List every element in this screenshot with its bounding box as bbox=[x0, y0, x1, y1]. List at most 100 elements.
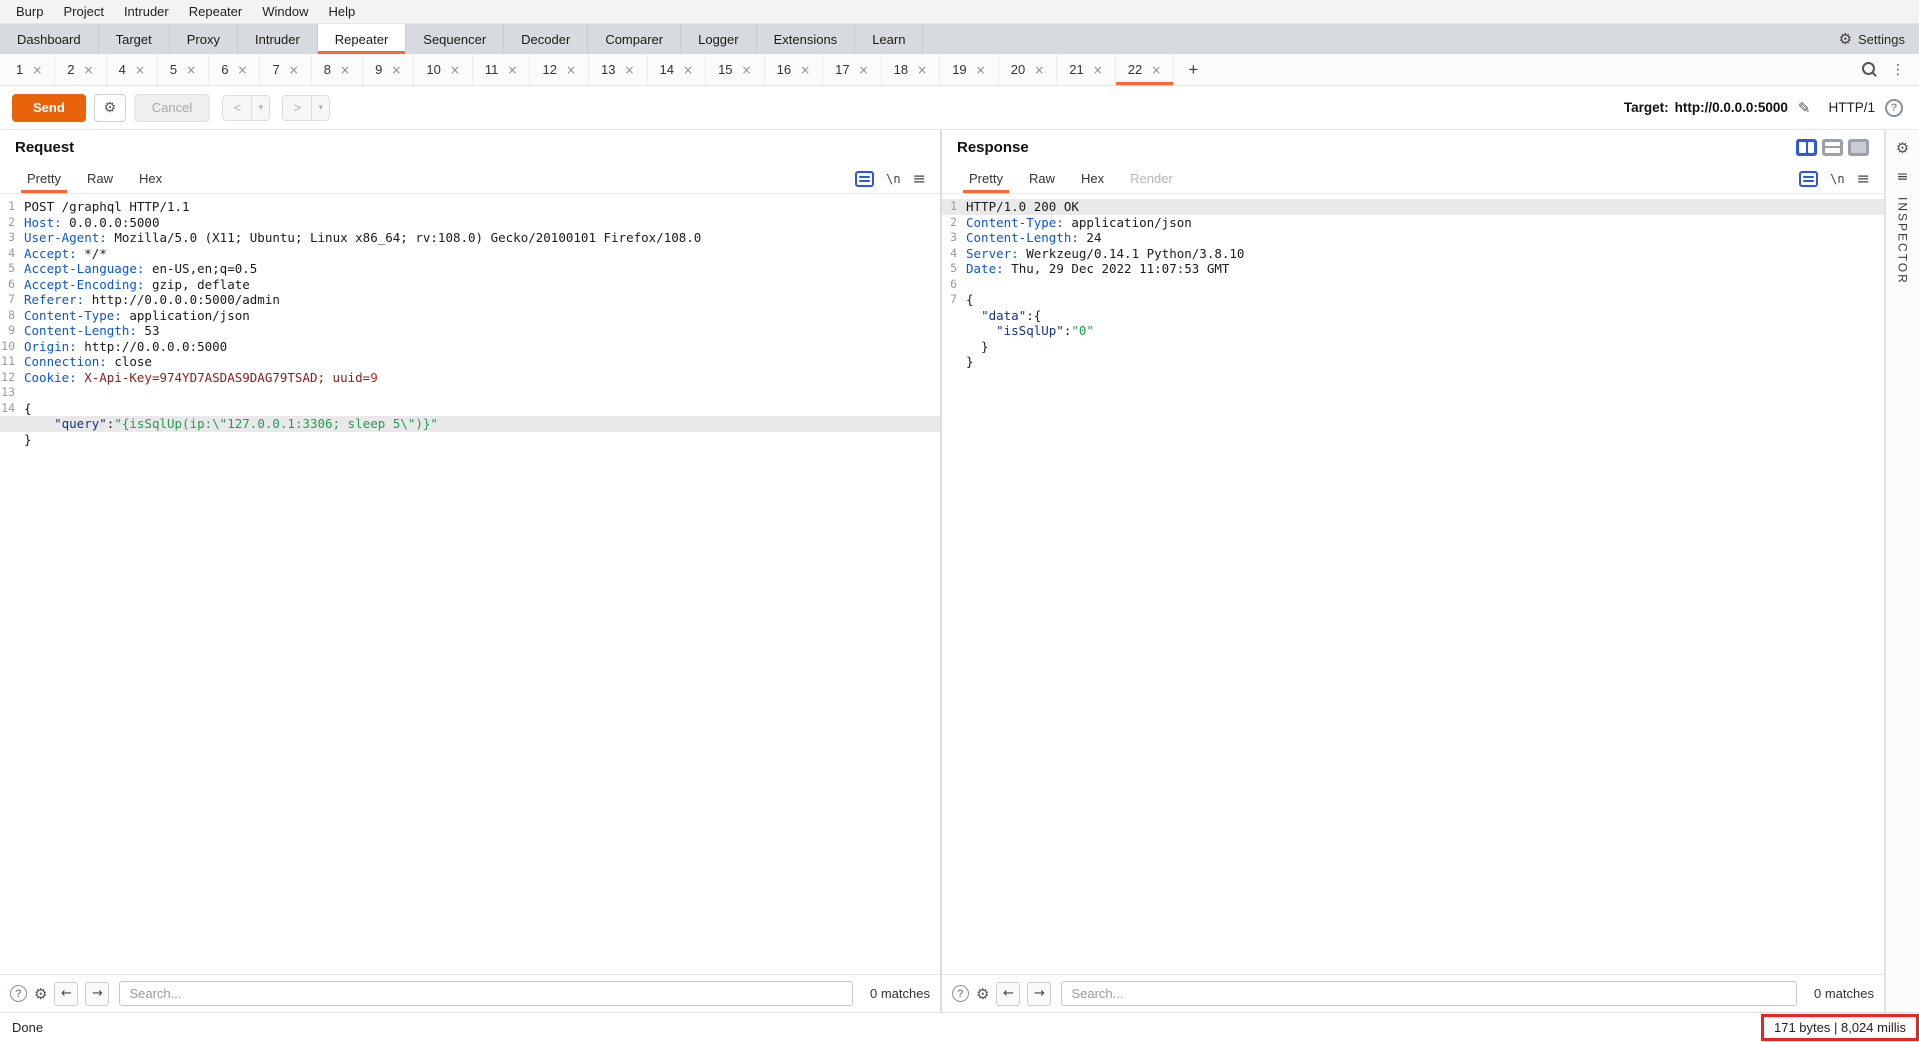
repeater-tab-8[interactable]: 8× bbox=[312, 54, 363, 85]
send-button[interactable]: Send bbox=[12, 94, 86, 122]
next-match-button[interactable]: → bbox=[85, 982, 109, 1006]
code-line[interactable]: 5Date: Thu, 29 Dec 2022 11:07:53 GMT bbox=[942, 261, 1884, 277]
cancel-button[interactable]: Cancel bbox=[134, 94, 210, 122]
code-line[interactable]: "data":{ bbox=[942, 308, 1884, 324]
menu-item-project[interactable]: Project bbox=[53, 1, 113, 22]
close-tab-icon[interactable]: × bbox=[976, 63, 986, 77]
forward-dropdown-button[interactable]: ▾ bbox=[312, 95, 330, 121]
close-tab-icon[interactable]: × bbox=[32, 63, 42, 77]
repeater-tab-20[interactable]: 20× bbox=[999, 54, 1058, 85]
code-line[interactable]: 13 bbox=[0, 385, 940, 401]
close-tab-icon[interactable]: × bbox=[1093, 63, 1103, 77]
layout-columns-icon[interactable] bbox=[1796, 139, 1817, 156]
close-tab-icon[interactable]: × bbox=[917, 63, 927, 77]
close-tab-icon[interactable]: × bbox=[450, 63, 460, 77]
tab-logger[interactable]: Logger bbox=[681, 24, 756, 54]
menu-item-burp[interactable]: Burp bbox=[6, 1, 53, 22]
close-tab-icon[interactable]: × bbox=[186, 63, 196, 77]
repeater-tab-22[interactable]: 22× bbox=[1116, 54, 1175, 85]
close-tab-icon[interactable]: × bbox=[391, 63, 401, 77]
code-line[interactable]: 2Content-Type: application/json bbox=[942, 215, 1884, 231]
layout-single-icon[interactable] bbox=[1848, 139, 1869, 156]
tab-decoder[interactable]: Decoder bbox=[504, 24, 588, 54]
code-line[interactable]: 3Content-Length: 24 bbox=[942, 230, 1884, 246]
back-button[interactable]: < bbox=[222, 95, 252, 121]
request-tab-pretty[interactable]: Pretty bbox=[14, 164, 74, 193]
request-settings-button[interactable]: ⚙ bbox=[94, 94, 126, 122]
repeater-tab-6[interactable]: 6× bbox=[209, 54, 260, 85]
prev-match-button[interactable]: ← bbox=[54, 982, 78, 1006]
tab-learn[interactable]: Learn bbox=[855, 24, 923, 54]
menu-item-intruder[interactable]: Intruder bbox=[114, 1, 179, 22]
repeater-tab-5[interactable]: 5× bbox=[158, 54, 209, 85]
search-settings-icon[interactable]: ⚙ bbox=[34, 985, 47, 1003]
tab-proxy[interactable]: Proxy bbox=[170, 24, 238, 54]
close-tab-icon[interactable]: × bbox=[340, 63, 350, 77]
code-line[interactable]: 7{ bbox=[942, 292, 1884, 308]
request-tab-hex[interactable]: Hex bbox=[126, 164, 175, 193]
response-tab-raw[interactable]: Raw bbox=[1016, 164, 1068, 193]
code-line[interactable]: 1HTTP/1.0 200 OK bbox=[942, 199, 1884, 215]
code-line[interactable]: 8Content-Type: application/json bbox=[0, 308, 940, 324]
repeater-tab-14[interactable]: 14× bbox=[648, 54, 707, 85]
editor-menu-icon[interactable]: ≡ bbox=[1857, 169, 1870, 188]
code-line[interactable]: 11Connection: close bbox=[0, 354, 940, 370]
code-line[interactable]: 14{ bbox=[0, 401, 940, 417]
close-tab-icon[interactable]: × bbox=[507, 63, 517, 77]
repeater-tab-18[interactable]: 18× bbox=[882, 54, 941, 85]
close-tab-icon[interactable]: × bbox=[1034, 63, 1044, 77]
tab-target[interactable]: Target bbox=[99, 24, 170, 54]
next-match-button[interactable]: → bbox=[1027, 982, 1051, 1006]
prev-match-button[interactable]: ← bbox=[996, 982, 1020, 1006]
code-line[interactable]: 10Origin: http://0.0.0.0:5000 bbox=[0, 339, 940, 355]
close-tab-icon[interactable]: × bbox=[566, 63, 576, 77]
repeater-tab-9[interactable]: 9× bbox=[363, 54, 414, 85]
add-tab-button[interactable]: + bbox=[1174, 54, 1212, 85]
gear-icon[interactable]: ⚙ bbox=[1896, 139, 1909, 157]
search-icon[interactable] bbox=[1862, 62, 1877, 77]
code-line[interactable]: 6Accept-Encoding: gzip, deflate bbox=[0, 277, 940, 293]
code-line[interactable]: "query":"{isSqlUp(ip:\"127.0.0.1:3306; s… bbox=[0, 416, 940, 432]
settings-button[interactable]: ⚙ Settings bbox=[1825, 24, 1919, 54]
repeater-tab-13[interactable]: 13× bbox=[589, 54, 648, 85]
code-line[interactable]: "isSqlUp":"0" bbox=[942, 323, 1884, 339]
forward-button[interactable]: > bbox=[282, 95, 312, 121]
search-help-icon[interactable]: ? bbox=[952, 985, 969, 1002]
close-tab-icon[interactable]: × bbox=[683, 63, 693, 77]
tab-comparer[interactable]: Comparer bbox=[588, 24, 681, 54]
code-line[interactable]: 12Cookie: X-Api-Key=974YD7ASDAS9DAG79TSA… bbox=[0, 370, 940, 386]
tab-repeater[interactable]: Repeater bbox=[318, 24, 406, 54]
close-tab-icon[interactable]: × bbox=[742, 63, 752, 77]
layout-rows-icon[interactable] bbox=[1822, 139, 1843, 156]
repeater-tab-17[interactable]: 17× bbox=[823, 54, 882, 85]
repeater-tab-15[interactable]: 15× bbox=[706, 54, 765, 85]
menu-item-help[interactable]: Help bbox=[318, 1, 365, 22]
code-line[interactable]: } bbox=[942, 354, 1884, 370]
inspector-toggle[interactable]: INSPECTOR bbox=[1896, 197, 1910, 285]
more-icon[interactable]: ⋮ bbox=[1891, 62, 1905, 78]
menu-item-window[interactable]: Window bbox=[252, 1, 318, 22]
newline-toggle-icon[interactable]: \n bbox=[886, 172, 900, 186]
search-input[interactable] bbox=[1061, 981, 1797, 1006]
response-tab-pretty[interactable]: Pretty bbox=[956, 164, 1016, 193]
repeater-tab-10[interactable]: 10× bbox=[414, 54, 473, 85]
help-icon[interactable]: ? bbox=[1885, 99, 1903, 117]
request-tab-raw[interactable]: Raw bbox=[74, 164, 126, 193]
code-line[interactable]: 4Server: Werkzeug/0.14.1 Python/3.8.10 bbox=[942, 246, 1884, 262]
repeater-tab-4[interactable]: 4× bbox=[107, 54, 158, 85]
menu-item-repeater[interactable]: Repeater bbox=[179, 1, 252, 22]
repeater-tab-11[interactable]: 11× bbox=[473, 54, 531, 85]
repeater-tab-19[interactable]: 19× bbox=[940, 54, 999, 85]
response-tab-hex[interactable]: Hex bbox=[1068, 164, 1117, 193]
response-tab-render[interactable]: Render bbox=[1117, 164, 1186, 193]
edit-target-icon[interactable]: ✎ bbox=[1798, 99, 1811, 117]
code-line[interactable]: 7Referer: http://0.0.0.0:5000/admin bbox=[0, 292, 940, 308]
repeater-tab-16[interactable]: 16× bbox=[765, 54, 824, 85]
code-line[interactable]: } bbox=[942, 339, 1884, 355]
code-line[interactable]: 2Host: 0.0.0.0:5000 bbox=[0, 215, 940, 231]
close-tab-icon[interactable]: × bbox=[84, 63, 94, 77]
close-tab-icon[interactable]: × bbox=[624, 63, 634, 77]
code-line[interactable]: } bbox=[0, 432, 940, 448]
tab-intruder[interactable]: Intruder bbox=[238, 24, 318, 54]
back-dropdown-button[interactable]: ▾ bbox=[252, 95, 270, 121]
